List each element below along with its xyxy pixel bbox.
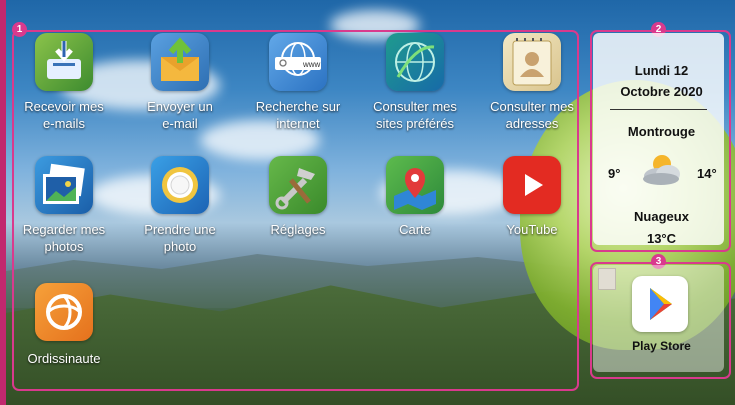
send-mail-icon — [151, 33, 209, 91]
weather-city: Montrouge — [627, 124, 696, 139]
app-reglages[interactable]: Réglages — [238, 156, 358, 238]
weather-date: Octobre 2020 — [620, 84, 703, 99]
app-consulter-adresses[interactable]: Consulter mes adresses — [472, 33, 592, 132]
app-carte[interactable]: Carte — [355, 156, 475, 238]
photo-gallery-icon — [35, 156, 93, 214]
app-sites-preferes[interactable]: Consulter mes sites préférés — [355, 33, 475, 132]
weather-condition: Nuageux — [634, 209, 689, 224]
youtube-play-icon — [503, 156, 561, 214]
app-recherche-internet[interactable]: www Recherche sur internet — [238, 33, 358, 132]
weather-temperature: 13°C — [646, 231, 677, 246]
app-regarder-photos[interactable]: Regarder mes photos — [4, 156, 124, 255]
web-search-icon: www — [269, 33, 327, 91]
weather-day: Lundi 12 — [634, 63, 689, 78]
app-label: Envoyer un e-mail — [147, 99, 213, 131]
app-label: Recherche sur internet — [255, 99, 341, 131]
app-label: Recevoir mes e-mails — [24, 99, 104, 131]
weather-max: 14° — [697, 166, 717, 181]
play-store-icon[interactable] — [632, 276, 688, 332]
app-envoyer-mail[interactable]: Envoyer un e-mail — [120, 33, 240, 132]
app-label: YouTube — [506, 222, 558, 237]
app-label: Consulter mes sites préférés — [373, 99, 457, 131]
settings-tools-icon — [269, 156, 327, 214]
app-prendre-photo[interactable]: Prendre une photo — [120, 156, 240, 255]
app-label: Regarder mes photos — [22, 222, 106, 254]
app-label: Réglages — [270, 222, 326, 237]
camera-icon — [151, 156, 209, 214]
svg-text:www: www — [302, 60, 321, 69]
inbox-download-icon — [35, 33, 93, 91]
app-label: Carte — [399, 222, 431, 237]
weather-divider — [610, 109, 707, 110]
playstore-label: Play Store — [632, 339, 691, 353]
favorite-sites-icon — [386, 33, 444, 91]
app-youtube[interactable]: YouTube — [472, 156, 592, 238]
app-label: Ordissinaute — [27, 351, 101, 366]
home-screen: 1 2 3 Recevoir mes e-mails Envoyer un e-ma… — [0, 0, 735, 405]
app-ordissinaute[interactable]: Ordissinaute — [4, 283, 124, 367]
partly-cloudy-icon — [636, 150, 686, 188]
map-pin-icon — [386, 156, 444, 214]
ordissinaute-logo-icon — [35, 283, 93, 341]
app-label: Prendre une photo — [144, 222, 216, 254]
app-recevoir-mails[interactable]: Recevoir mes e-mails — [4, 33, 124, 132]
weather-min: 9° — [608, 166, 621, 181]
app-label: Consulter mes adresses — [490, 99, 574, 131]
address-book-icon — [503, 33, 561, 91]
